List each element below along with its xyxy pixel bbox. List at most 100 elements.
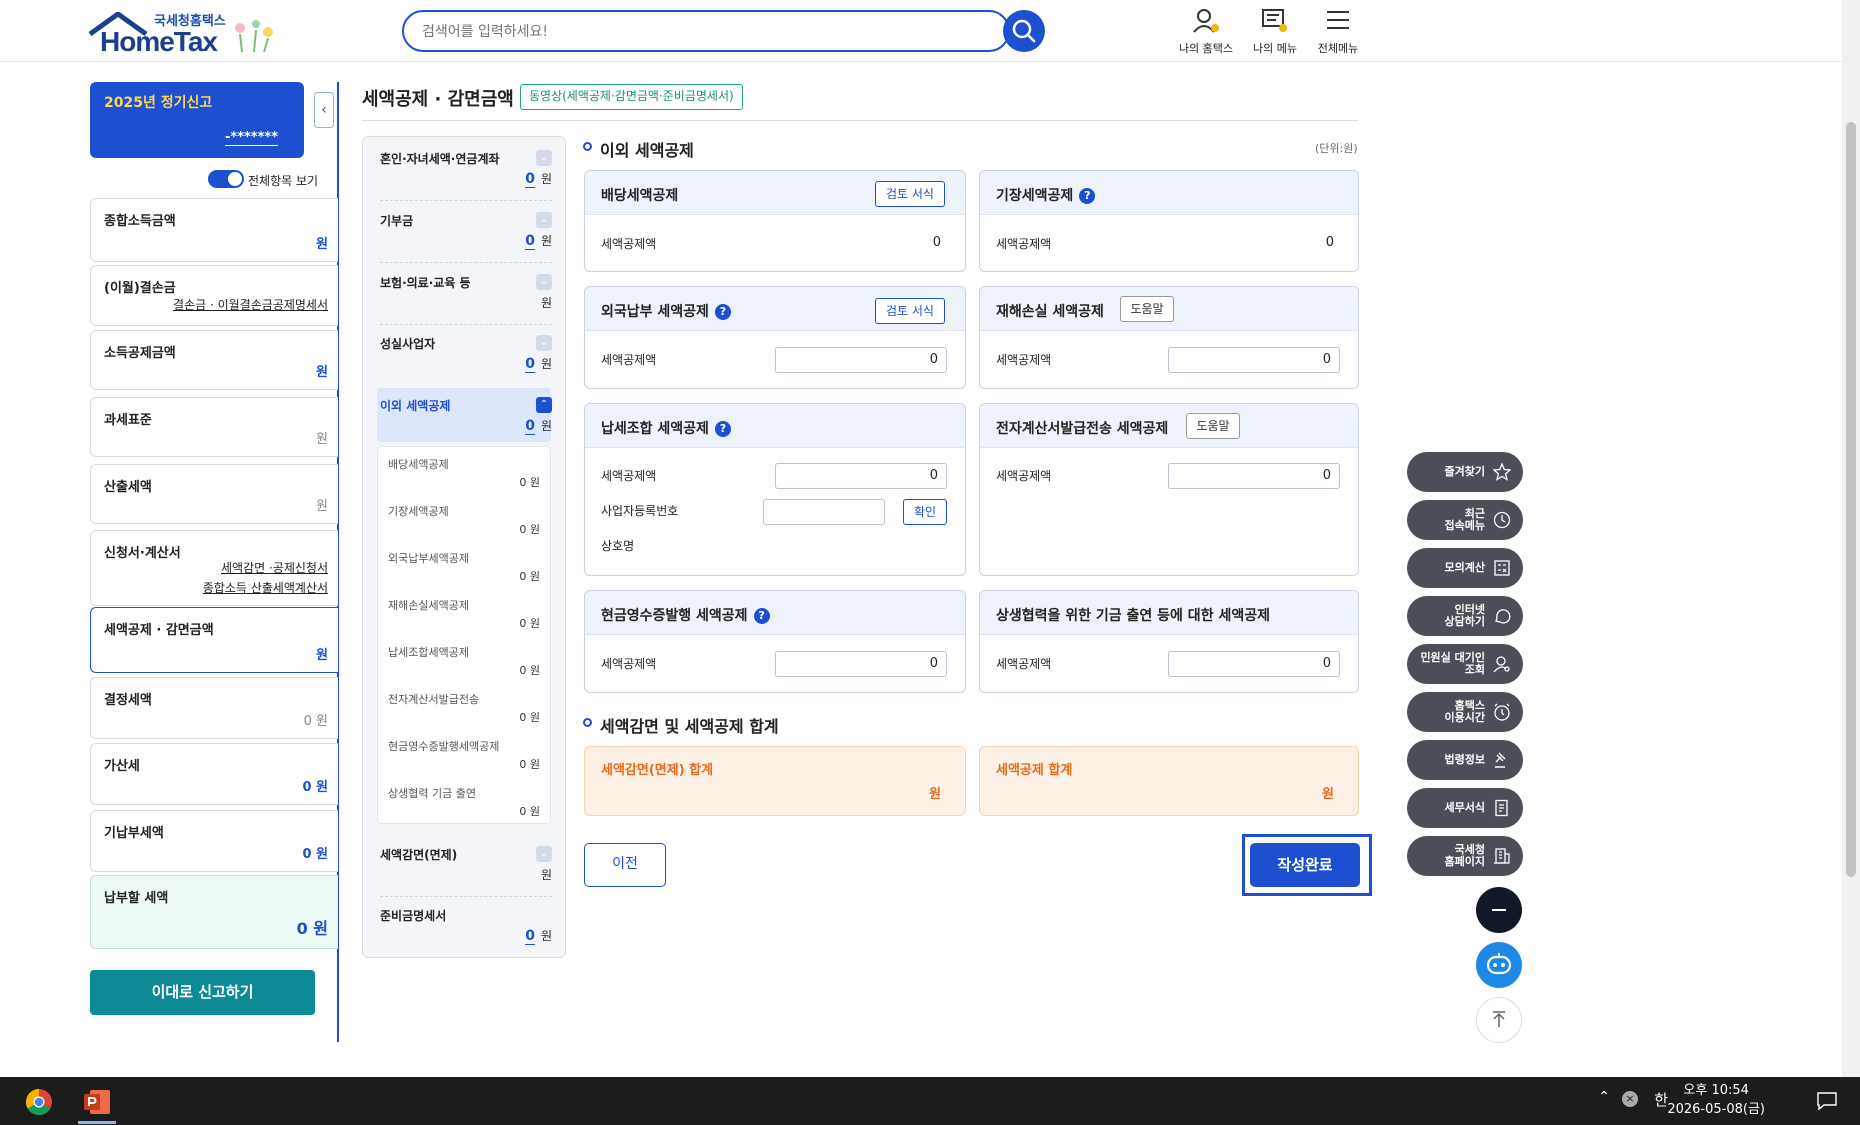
business-number-input[interactable] (763, 499, 885, 525)
card-foreign-tax-credit: 외국납부 세액공제? 검토 서식 세액공제액 0 (584, 286, 966, 389)
nav-item-insurance-medical[interactable]: 보험·의료·교육 등 ⌄ 원 (372, 274, 556, 326)
nav-item-marriage-child[interactable]: 혼인·자녀세액·연금계좌 ⌄ 0원 (372, 150, 556, 202)
subnav-einvoice[interactable]: 전자계산서발급전송 (388, 691, 479, 707)
dividend-review-form-button[interactable]: 검토 서식 (875, 181, 945, 207)
my-hometax-button[interactable]: 나의 홈택스 (1174, 4, 1238, 56)
disaster-help-button[interactable]: 도움말 (1120, 296, 1174, 322)
foreign-review-form-button[interactable]: 검토 서식 (875, 298, 945, 324)
left-card-tax-credit-active[interactable]: 세액공제 · 감면금액 원 (90, 607, 338, 673)
float-simulation-button[interactable]: 모의계산 (1407, 548, 1523, 588)
ime-indicator[interactable]: 한 (1654, 1089, 1668, 1110)
my-menu-label: 나의 메뉴 (1253, 42, 1297, 55)
collapse-float-menu-button[interactable] (1476, 887, 1522, 933)
reduction-application-link[interactable]: 세액감면 ·공제신청서 (221, 559, 328, 576)
subnav-bookkeeping-value: 0 원 (519, 523, 540, 536)
float-label: 세무서식 (1444, 801, 1485, 814)
my-menu-button[interactable]: 나의 메뉴 (1243, 4, 1307, 56)
einvoice-credit-input[interactable]: 0 (1168, 463, 1340, 489)
float-tax-forms-button[interactable]: 세무서식 (1407, 788, 1523, 828)
help-icon[interactable]: ? (753, 608, 770, 624)
float-online-consult-button[interactable]: 인터넷 상담하기 (1407, 596, 1523, 636)
nav-item-other-credits[interactable]: 이외 세액공제 ⌃ 0원 (372, 397, 556, 437)
loss-statement-link[interactable]: 결손금 · 이월결손금공제명세서 (173, 296, 328, 313)
chatbot-button[interactable] (1476, 942, 1522, 988)
nav-item-faithful-business[interactable]: 성실사업자 ⌄ 0원 (372, 335, 556, 387)
nav-item-label: 성실사업자 (380, 337, 436, 351)
float-service-hours-button[interactable]: 홈택스 이용시간 (1407, 692, 1523, 732)
star-icon (1493, 463, 1511, 481)
hometax-logo[interactable]: 국세청홈택스 HomeTax (88, 8, 288, 57)
show-all-toggle[interactable] (208, 170, 244, 188)
help-icon[interactable]: ? (714, 304, 731, 320)
left-card-title: 세액공제 · 감면금액 (104, 623, 214, 638)
foreign-credit-input[interactable]: 0 (775, 347, 947, 373)
einvoice-help-button[interactable]: 도움말 (1186, 413, 1240, 439)
complete-button[interactable]: 작성완료 (1250, 843, 1360, 887)
windows-taskbar: ⌃ × 한 오후 10:54 2026-05-08(금) (0, 1077, 1860, 1125)
powerpoint-icon[interactable] (82, 1087, 112, 1117)
help-icon[interactable]: ? (1079, 188, 1096, 204)
left-card-payable-tax[interactable]: 납부할 세액 0 원 (90, 875, 338, 949)
float-law-info-button[interactable]: 법령정보 (1407, 740, 1523, 780)
left-card-tax-base[interactable]: 과세표준 원 (90, 397, 338, 457)
left-card-prepaid-tax[interactable]: 기납부세액 0 원 (90, 810, 338, 872)
search-input[interactable] (422, 21, 962, 43)
float-label: 인터넷 상담하기 (1444, 603, 1485, 628)
scroll-to-top-button[interactable] (1476, 997, 1522, 1043)
left-card-forms[interactable]: 신청서·계산서 세액감면 ·공제신청서 종합소득 산출세액계산서 (90, 530, 338, 606)
union-credit-input[interactable]: 0 (775, 463, 947, 489)
left-card-computed-tax[interactable]: 산출세액 원 (90, 464, 338, 524)
subnav-foreign[interactable]: 외국납부세액공제 (388, 550, 469, 566)
float-recent-menu-button[interactable]: 최근 접속메뉴 (1407, 500, 1523, 540)
subnav-cash-receipt-value: 0 원 (519, 758, 540, 771)
scrollbar-thumb[interactable] (1846, 122, 1856, 877)
float-favorites-button[interactable]: 즐겨찾기 (1407, 452, 1523, 492)
left-card-determined-tax[interactable]: 결정세액 0 원 (90, 677, 338, 739)
section-title-totals: 세액감면 및 세액공제 합계 (600, 717, 779, 736)
subnav-coop-fund[interactable]: 상생협력 기금 출연 (388, 785, 476, 801)
collapse-panel-button[interactable]: ‹ (314, 92, 334, 128)
chrome-icon[interactable] (24, 1087, 54, 1117)
card-title: 현금영수증발행 세액공제? (601, 605, 770, 625)
help-icon[interactable]: ? (714, 421, 731, 437)
previous-button[interactable]: 이전 (584, 843, 666, 887)
float-waiting-lookup-button[interactable]: 민원실 대기인 조회 (1407, 644, 1523, 684)
all-menu-button[interactable]: 전체메뉴 (1306, 4, 1370, 56)
left-card-income-deduction[interactable]: 소득공제금액 원 (90, 330, 338, 390)
left-card-value: 원 (316, 432, 328, 447)
subnav-disaster[interactable]: 재해손실세액공제 (388, 597, 469, 613)
left-card-total-income[interactable]: 종합소득금액 원 (90, 198, 338, 262)
coop-fund-credit-input[interactable]: 0 (1168, 651, 1340, 677)
nav-item-label: 이외 세액공제 (380, 399, 451, 413)
submit-report-button[interactable]: 이대로 신고하기 (90, 970, 315, 1015)
notification-icon[interactable] (1816, 1091, 1838, 1111)
nav-item-value: 0 (525, 233, 535, 250)
tax-calculation-link[interactable]: 종합소득 산출세액계산서 (203, 579, 328, 596)
chevron-up-icon[interactable]: ⌃ (1598, 1089, 1610, 1105)
video-guide-badge[interactable]: 동영상(세액공제·감면금액·준비금명세서) (520, 84, 743, 110)
left-card-loss[interactable]: (이월)결손금 결손금 · 이월결손금공제명세서 (90, 265, 338, 326)
close-circle-icon[interactable]: × (1622, 1091, 1638, 1107)
nav-item-reduction[interactable]: 세액감면(면제) ⌄ 원 (372, 846, 556, 898)
credit-total-box: 세액공제 합계 원 (979, 746, 1359, 816)
nav-item-donation[interactable]: 기부금 ⌄ 0원 (372, 212, 556, 264)
left-card-title: 산출세액 (104, 480, 152, 495)
business-number-confirm-button[interactable]: 확인 (903, 499, 947, 525)
disaster-credit-input[interactable]: 0 (1168, 347, 1340, 373)
filing-title: 2025년 정기신고 (104, 95, 213, 111)
subnav-union[interactable]: 납세조합세액공제 (388, 644, 469, 660)
subnav-dividend[interactable]: 배당세액공제 (388, 456, 449, 472)
clock-date: 2026-05-08(금) (1667, 1102, 1765, 1117)
nav-item-reserve[interactable]: 준비금명세서 0원 (372, 907, 556, 947)
form-icon (1495, 799, 1508, 817)
all-menu-label: 전체메뉴 (1317, 42, 1359, 55)
logo-title: HomeTax (100, 26, 218, 57)
subnav-bookkeeping[interactable]: 기장세액공제 (388, 503, 449, 519)
left-card-penalty-tax[interactable]: 가산세 0 원 (90, 743, 338, 805)
search-button[interactable] (1003, 10, 1045, 52)
subnav-cash-receipt[interactable]: 현금영수증발행세액공제 (388, 738, 499, 754)
cash-receipt-credit-input[interactable]: 0 (775, 651, 947, 677)
system-clock[interactable]: 오후 10:54 2026-05-08(금) (1667, 1081, 1765, 1119)
float-nts-homepage-button[interactable]: 국세청 홈페이지 (1407, 836, 1523, 876)
search-box[interactable] (402, 10, 1010, 52)
